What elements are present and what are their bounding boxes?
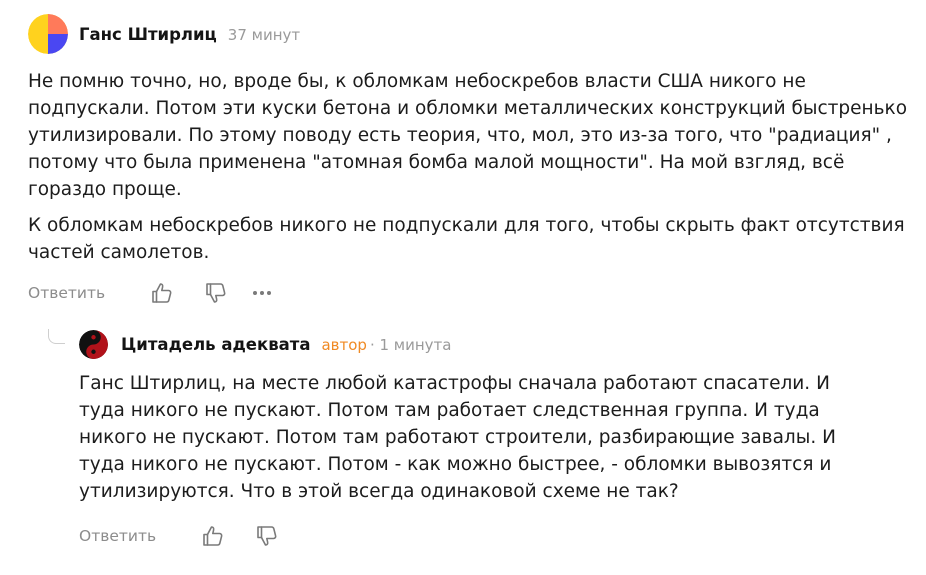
thumbs-up-icon[interactable]	[200, 523, 226, 549]
comment-text: Не помню точно, но, вроде бы, к обломкам…	[28, 68, 908, 266]
comment-header: Ганс Штирлиц 37 минут	[28, 14, 908, 54]
yin-yang-avatar-icon	[79, 329, 108, 359]
avatar-logo-icon	[28, 14, 68, 54]
comment: Ганс Штирлиц 37 минут Не помню точно, но…	[28, 14, 908, 307]
thumbs-down-icon[interactable]	[203, 280, 229, 306]
author-badge: автор	[321, 336, 367, 354]
reply-button[interactable]: Ответить	[79, 527, 156, 545]
reply-text: Ганс Штирлиц, на месте любой катастрофы …	[79, 370, 839, 505]
comment-paragraph: К обломкам небоскребов никого не подпуск…	[28, 215, 905, 263]
comment-paragraph: Не помню точно, но, вроде бы, к обломкам…	[28, 71, 908, 200]
reply-paragraph: Ганс Штирлиц, на месте любой катастрофы …	[79, 373, 836, 502]
reply-author[interactable]: Цитадель адеквата	[121, 335, 310, 354]
comment-actions: Ответить	[28, 279, 908, 307]
thumbs-down-icon[interactable]	[254, 523, 280, 549]
more-dots-icon[interactable]	[249, 280, 275, 306]
avatar[interactable]	[28, 14, 68, 54]
avatar[interactable]	[79, 329, 108, 359]
reply-time: · 1 минута	[369, 336, 452, 354]
comment-time: 37 минут	[227, 26, 301, 44]
thumbs-up-icon[interactable]	[149, 280, 175, 306]
comments-thread: Ганс Штирлиц 37 минут Не помню точно, но…	[0, 0, 926, 575]
reply-actions: Ответить	[79, 522, 280, 550]
reply-button[interactable]: Ответить	[28, 284, 105, 302]
reply-header: Цитадель адеквата автор · 1 минута	[79, 329, 451, 359]
thread-branch-line	[48, 329, 65, 344]
comment-author[interactable]: Ганс Штирлиц	[79, 25, 217, 44]
